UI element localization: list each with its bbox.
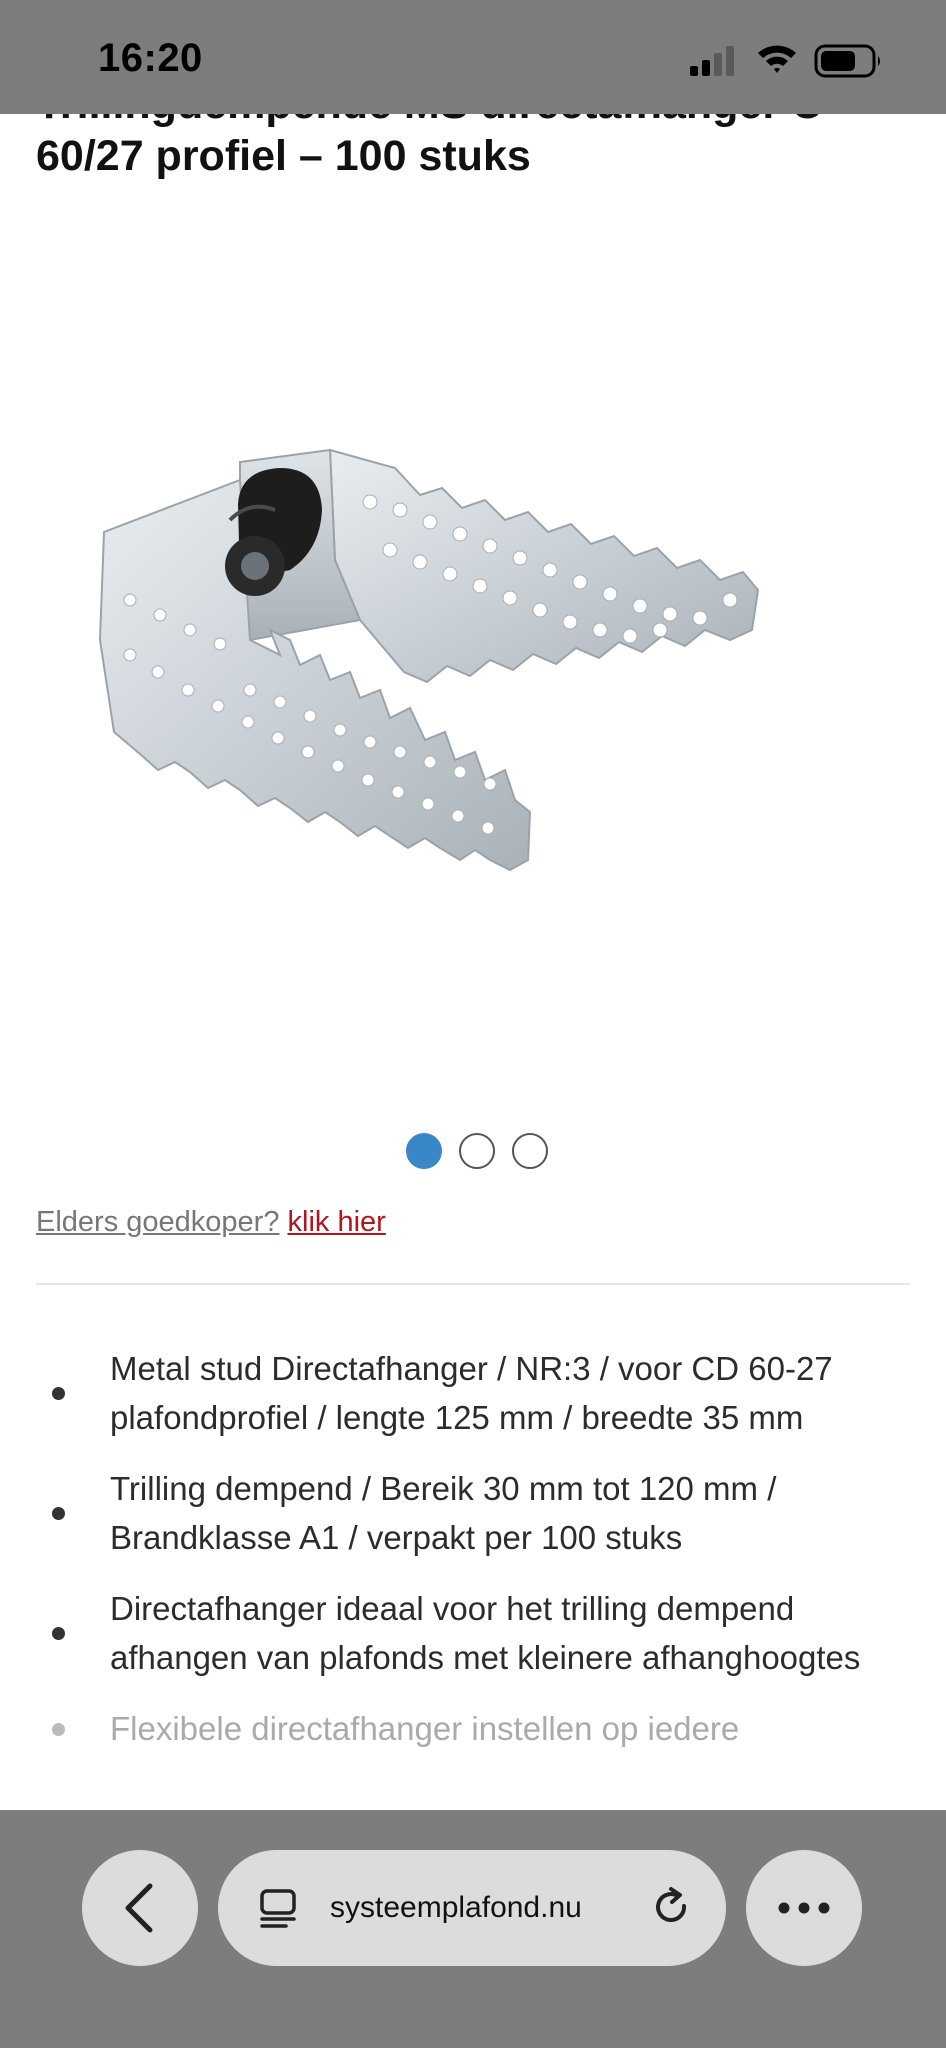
list-item: Trilling dempend / Bereik 30 mm tot 120 … [36, 1464, 916, 1562]
url-text: systeemplafond.nu [330, 1891, 582, 1924]
gallery-dot[interactable] [512, 1133, 548, 1169]
price-match-text: Elders goedkoper? [36, 1206, 280, 1238]
browser-toolbar: systeemplafond.nu [0, 1810, 946, 2048]
price-match-link[interactable]: klik hier [288, 1206, 386, 1238]
product-title-line-2: 60/27 profiel – 100 stuks [36, 132, 531, 180]
more-button[interactable] [746, 1850, 862, 1966]
list-item: Directafhanger ideaal voor het trilling … [36, 1584, 916, 1682]
status-bar: 16:20 [0, 0, 946, 114]
feature-text: Metal stud Directafhanger / NR:3 / voor … [110, 1350, 833, 1436]
ellipsis-icon [778, 1902, 830, 1914]
gallery-dot[interactable] [406, 1133, 442, 1169]
reload-icon[interactable] [650, 1886, 694, 1930]
chevron-left-icon [125, 1883, 153, 1933]
bullet-icon [52, 1722, 65, 1736]
list-item: Flexibele directafhanger instellen op ie… [36, 1704, 916, 1753]
cellular-signal-icon [690, 46, 736, 76]
feature-text: Trilling dempend / Bereik 30 mm tot 120 … [110, 1470, 777, 1556]
tabs-icon[interactable] [258, 1888, 298, 1928]
gallery-pagination [406, 1133, 548, 1169]
bullet-icon [52, 1507, 65, 1520]
product-image[interactable] [90, 440, 850, 880]
battery-icon [814, 44, 880, 78]
feature-text: Flexibele directafhanger instellen op ie… [110, 1710, 740, 1747]
bullet-icon [52, 1387, 65, 1400]
status-time: 16:20 [98, 36, 203, 80]
list-item: Metal stud Directafhanger / NR:3 / voor … [36, 1344, 916, 1442]
feature-list: Metal stud Directafhanger / NR:3 / voor … [36, 1344, 916, 1775]
back-button[interactable] [82, 1850, 198, 1966]
bullet-icon [52, 1627, 65, 1640]
section-divider [36, 1283, 910, 1285]
feature-text: Directafhanger ideaal voor het trilling … [110, 1590, 861, 1676]
gallery-dot[interactable] [459, 1133, 495, 1169]
wifi-icon [758, 45, 796, 73]
address-bar[interactable]: systeemplafond.nu [218, 1850, 726, 1966]
price-match-notice: Elders goedkoper? klik hier [36, 1202, 386, 1242]
